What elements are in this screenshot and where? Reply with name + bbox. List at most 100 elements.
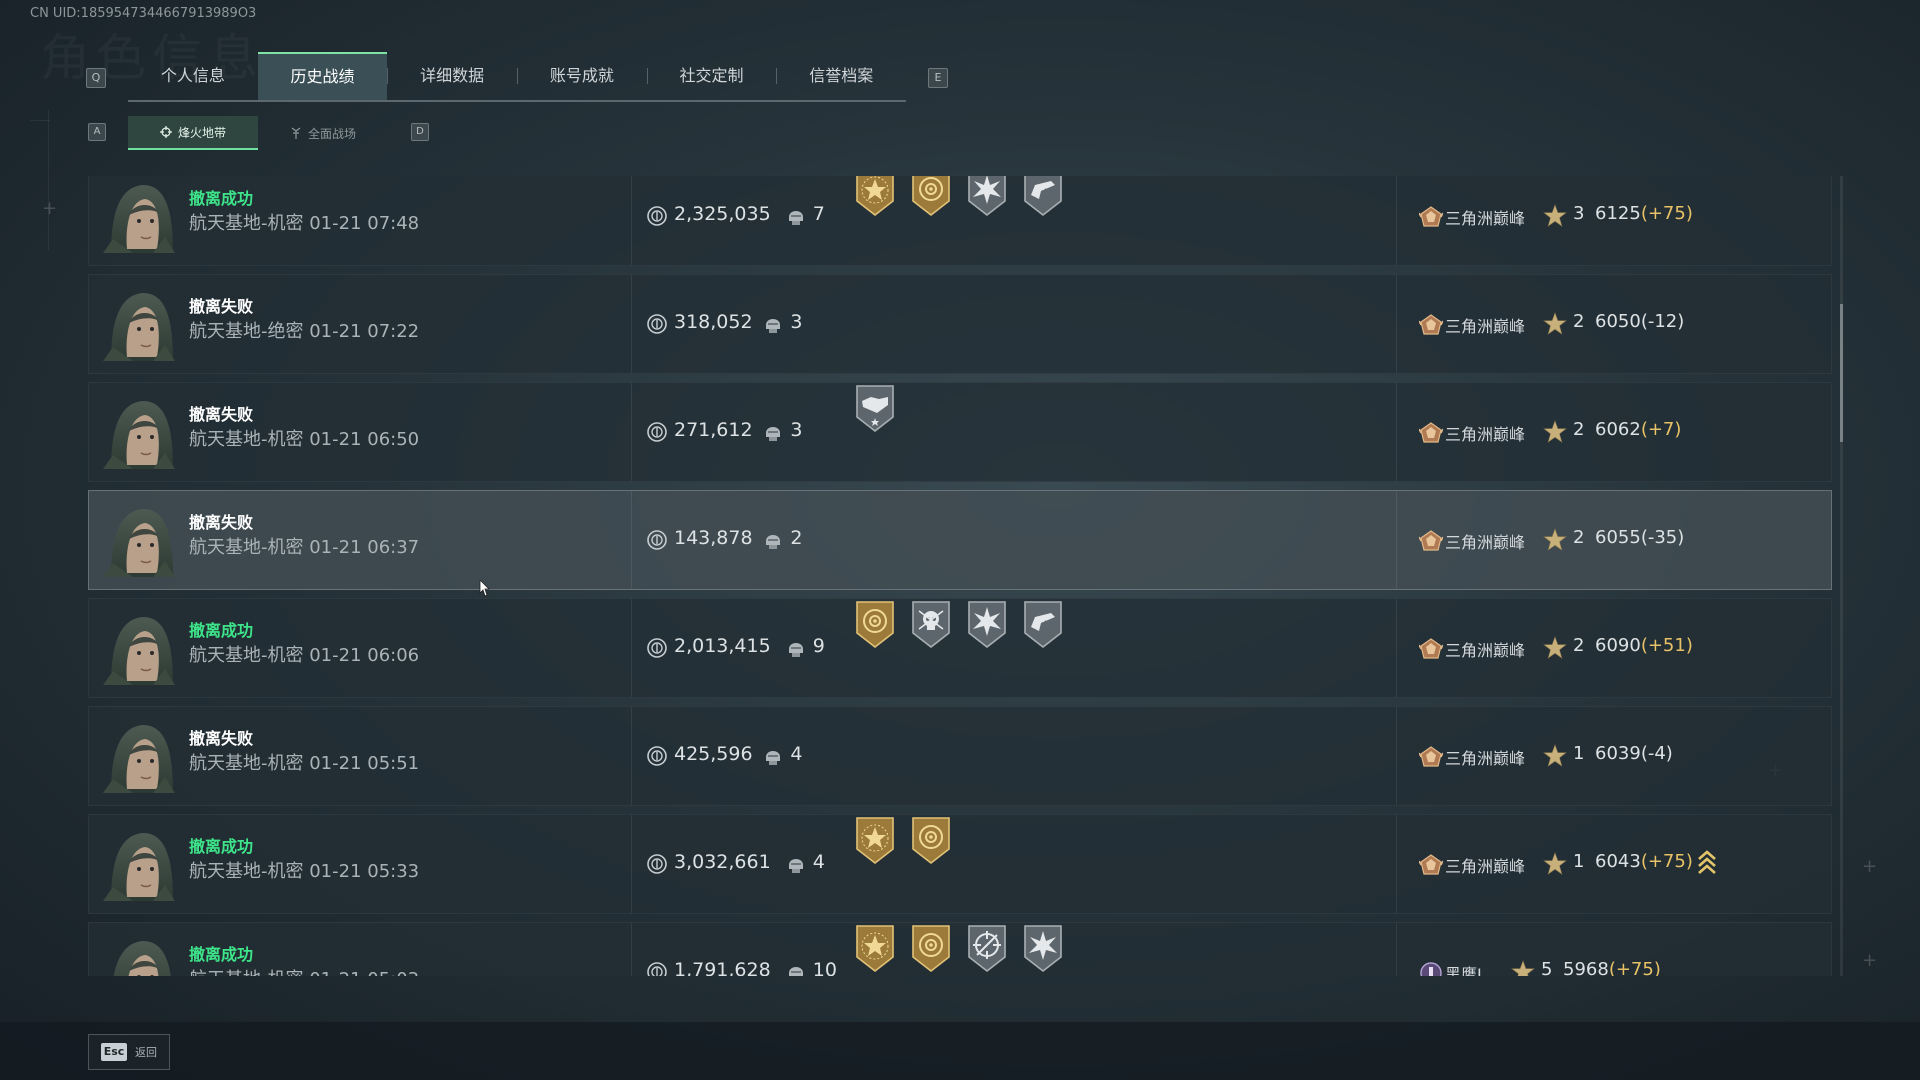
match-time: 01-21 05:51 (309, 753, 420, 774)
silver-gun-medal-icon[interactable] (1021, 599, 1065, 649)
match-row[interactable]: 撤离成功 航天基地-机密 01-21 06:06 2,013,415 9 三角洲巅峰 2 6… (88, 598, 1832, 698)
score-delta: (+75) (1608, 959, 1661, 976)
map-name: 航天基地-机密 (189, 537, 304, 558)
gold-star-medal-icon[interactable] (853, 176, 897, 217)
loot-value: 271,612 (674, 419, 753, 441)
back-button[interactable]: Esc 返回 (88, 1034, 170, 1070)
map-and-time: 航天基地-机密 01-21 06:37 (189, 533, 419, 559)
medal-list (853, 599, 1065, 649)
delta-rank-icon (1419, 854, 1443, 875)
operator-avatar (103, 833, 175, 901)
gold-target-medal-icon[interactable] (853, 599, 897, 649)
rank-score: 6062(+7) (1595, 419, 1681, 440)
match-time: 01-21 07:48 (309, 213, 420, 234)
coin-icon (647, 854, 667, 874)
gold-star-medal-icon[interactable] (853, 923, 897, 973)
column-divider (631, 491, 632, 589)
star-icon (1543, 204, 1567, 227)
subtab-label: 全面战场 (307, 126, 356, 141)
star-count: 2 (1573, 311, 1585, 332)
operator-avatar (103, 725, 175, 793)
extraction-status: 撤离成功 (189, 189, 254, 208)
map-and-time: 航天基地-机密 01-21 06:50 (189, 425, 419, 451)
extraction-status: 撤离失败 (189, 405, 254, 424)
subtab-prev-key[interactable]: A (88, 123, 106, 141)
column-divider (1396, 383, 1397, 481)
column-divider (631, 815, 632, 913)
scroll-thumb[interactable] (1840, 304, 1843, 442)
extraction-status: 撤离失败 (189, 297, 254, 316)
rank-name: 三角洲巅峰 (1445, 749, 1526, 768)
kill-count: 4 (790, 743, 803, 765)
delta-rank-icon (1419, 314, 1443, 335)
coin-icon (647, 962, 667, 976)
match-time: 01-21 06:06 (309, 645, 420, 666)
match-row[interactable]: 撤离成功航天基地-机密 01-21 05:03 1,791,628 10 黑鹰I 5 59… (88, 922, 1832, 976)
rank-score: 6043(+75) (1595, 851, 1693, 872)
column-divider (1396, 491, 1397, 589)
gold-star-medal-icon[interactable] (853, 815, 897, 865)
footer-bar (0, 1022, 1920, 1080)
match-row[interactable]: 撤离成功 航天基地-机密 01-21 05:33 3,032,661 4 三角洲巅峰 1 6… (88, 814, 1832, 914)
antenna-icon (291, 127, 301, 139)
helmet-icon (766, 427, 781, 441)
subtab-next-key[interactable]: D (411, 123, 429, 141)
rank-score: 6039(-4) (1595, 743, 1673, 764)
star-count: 3 (1573, 203, 1585, 224)
silver-burst-medal-icon[interactable] (965, 176, 1009, 217)
loot-value: 3,032,661 (674, 851, 771, 873)
scrollbar[interactable] (1840, 176, 1843, 976)
silver-skull-medal-icon[interactable] (909, 599, 953, 649)
match-row[interactable]: 撤离失败 航天基地-绝密 01-21 07:22 318,052 3 三角洲巅峰 2 605… (88, 274, 1832, 374)
operator-avatar (103, 293, 175, 361)
silver-crosshair-medal-icon[interactable] (965, 923, 1009, 973)
match-row[interactable]: 撤离失败 航天基地-机密 01-21 06:37 143,878 2 三角洲巅峰 2 605… (88, 490, 1832, 590)
subtab-item[interactable]: 全面战场 (258, 116, 388, 150)
column-divider (631, 275, 632, 373)
rank-score: 5968(+75) (1563, 959, 1661, 976)
tab-item[interactable]: 详细数据 (387, 52, 517, 100)
star-icon (1543, 636, 1567, 659)
column-divider (631, 176, 632, 265)
score-value: 6062 (1595, 419, 1641, 440)
star-icon (1543, 852, 1567, 875)
gold-target-medal-icon[interactable] (909, 176, 953, 217)
tab-item[interactable]: 历史战绩 (257, 52, 388, 100)
map-and-time: 航天基地-机密 01-21 05:33 (189, 857, 419, 883)
match-row[interactable]: 撤离失败 航天基地-机密 01-21 06:50 271,612 3 三角洲巅峰 2 606… (88, 382, 1832, 482)
loot-value: 425,596 (674, 743, 753, 765)
score-value: 6043 (1595, 851, 1641, 872)
map-name: 航天基地-机密 (189, 753, 304, 774)
tab-item[interactable]: 账号成就 (517, 52, 647, 100)
star-count: 5 (1541, 959, 1553, 976)
tab-prev-key[interactable]: Q (86, 68, 106, 88)
tab-item[interactable]: 信誉档案 (776, 52, 906, 100)
kill-count: 3 (790, 419, 803, 441)
silver-burst-medal-icon[interactable] (965, 599, 1009, 649)
match-time: 01-21 06:50 (309, 429, 420, 450)
match-row[interactable]: 撤离成功 航天基地-机密 01-21 07:48 2,325,035 7 三角洲巅峰 3 6… (88, 176, 1832, 266)
gold-target-medal-icon[interactable] (909, 815, 953, 865)
silver-gun-medal-icon[interactable] (1021, 176, 1065, 217)
score-delta: (+75) (1640, 203, 1693, 224)
gold-target-medal-icon[interactable] (909, 923, 953, 973)
match-row[interactable]: 撤离失败 航天基地-机密 01-21 05:51 425,596 4 三角洲巅峰 1 603… (88, 706, 1832, 806)
map-name: 航天基地-机密 (189, 213, 304, 234)
silver-handshake-medal-icon[interactable] (853, 383, 897, 433)
tab-item[interactable]: 社交定制 (646, 52, 777, 100)
map-and-time: 航天基地-机密 01-21 05:03 (189, 965, 419, 976)
tab-item[interactable]: 个人信息 (128, 52, 258, 100)
silver-burst-medal-icon[interactable] (1021, 923, 1065, 973)
coin-icon (647, 530, 667, 550)
score-delta: (+51) (1640, 635, 1693, 656)
column-divider (631, 707, 632, 805)
match-time: 01-21 05:33 (309, 861, 420, 882)
map-and-time: 航天基地-机密 01-21 07:48 (189, 209, 419, 235)
medal-list (853, 383, 897, 433)
subtab-item[interactable]: 烽火地带 (128, 116, 258, 150)
tab-next-key[interactable]: E (928, 68, 948, 88)
operator-avatar (113, 941, 171, 976)
map-and-time: 航天基地-机密 01-21 06:06 (189, 641, 419, 667)
sub-tabs: 烽火地带 全面战场 (128, 116, 388, 150)
helmet-icon (766, 319, 781, 333)
